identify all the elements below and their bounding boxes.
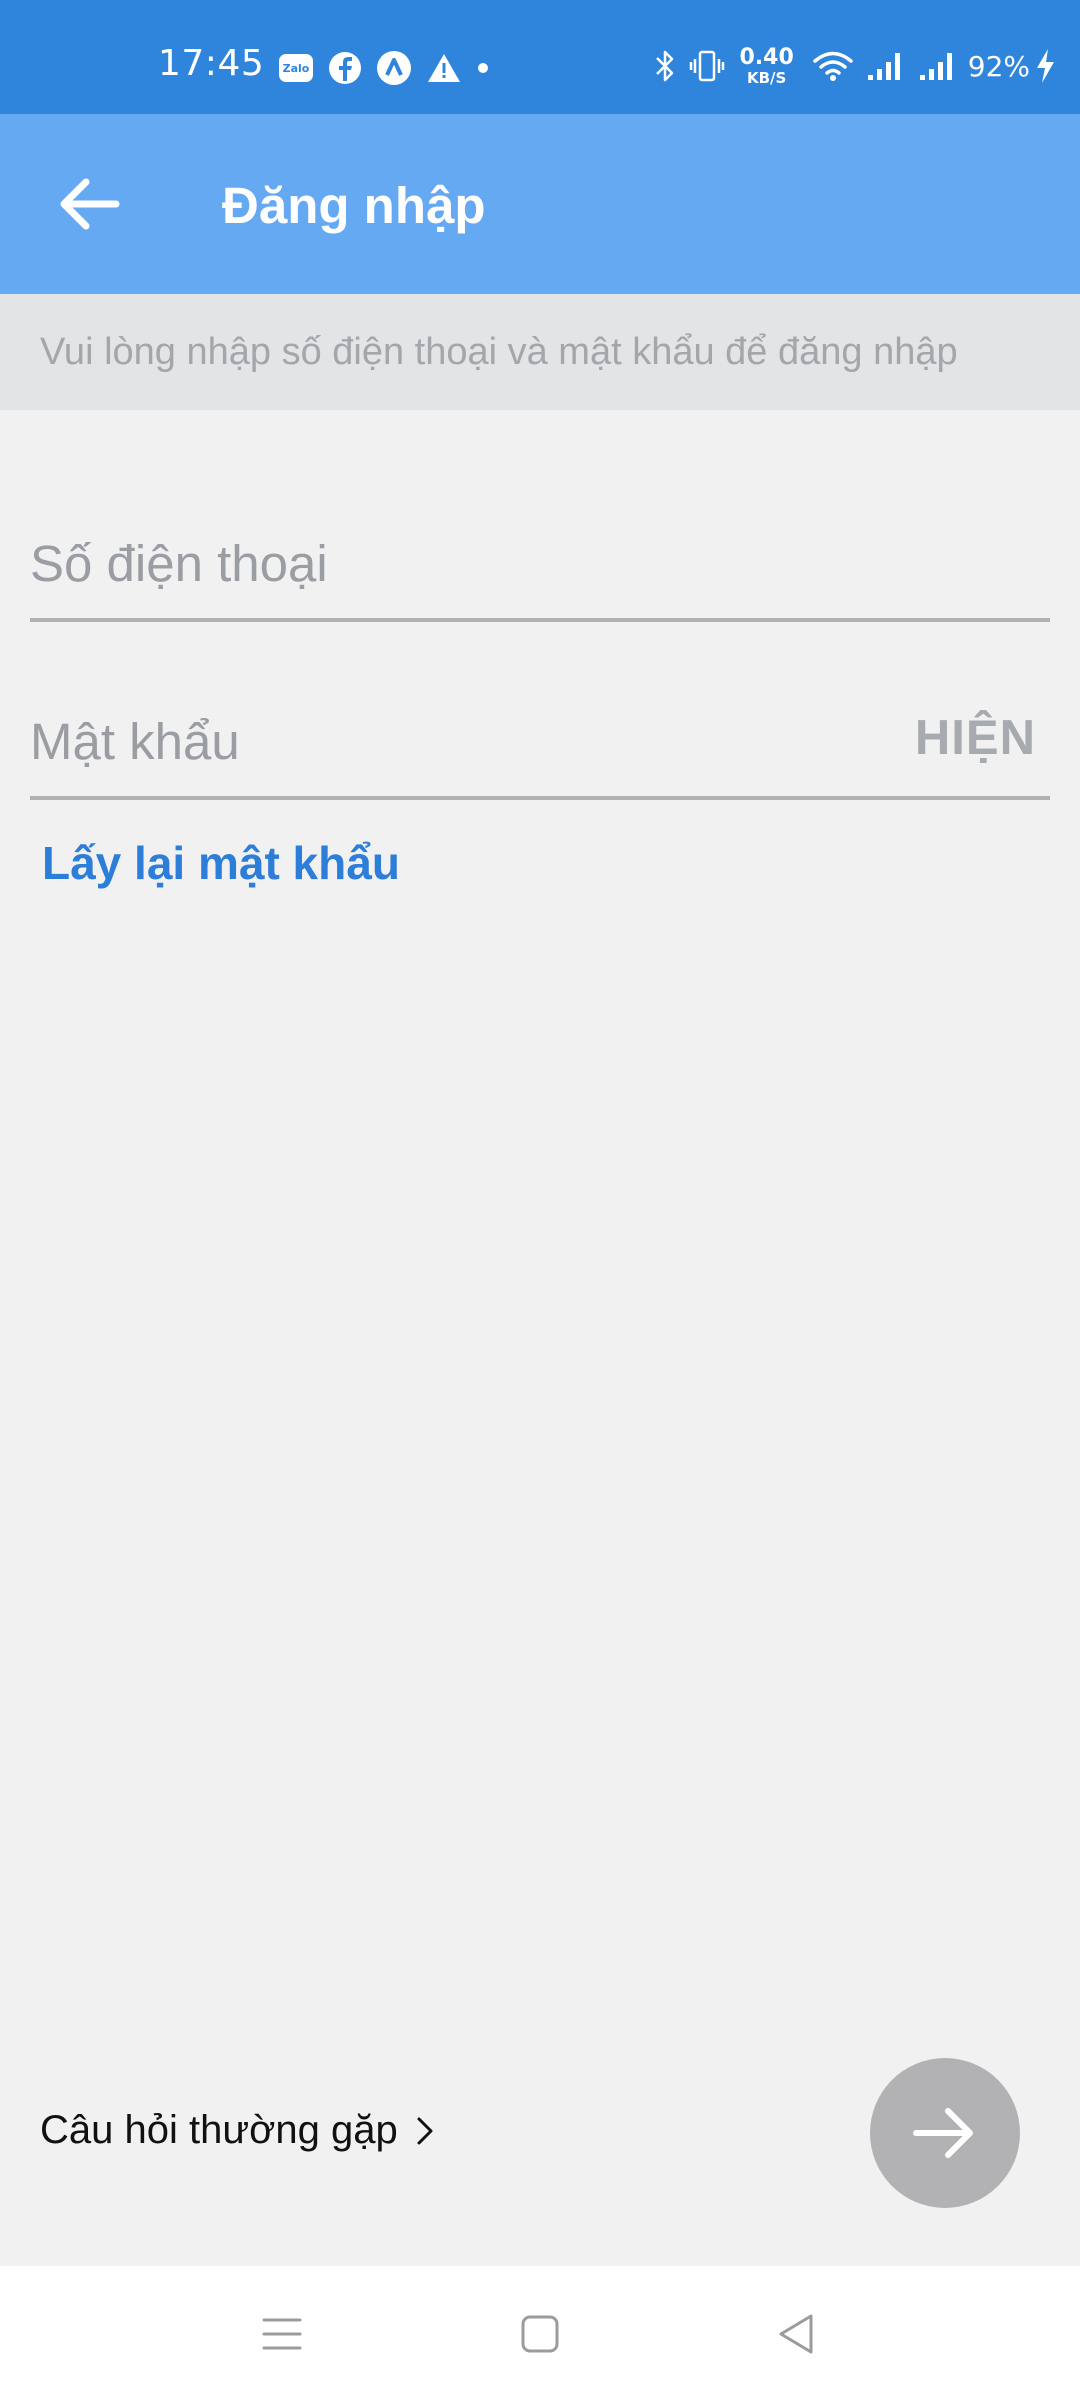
status-system-icons: 0.40 KB/S 92% — [641, 44, 1056, 88]
warning-icon — [428, 54, 460, 82]
faq-link[interactable]: Câu hỏi thường gặp — [40, 2108, 434, 2153]
app-bar: Đăng nhập — [0, 114, 1080, 294]
forgot-password-link[interactable]: Lấy lại mật khẩu — [42, 836, 400, 890]
home-button[interactable] — [508, 2302, 572, 2366]
page-title: Đăng nhập — [222, 177, 486, 234]
notification-icon — [377, 51, 411, 85]
system-back-button[interactable] — [764, 2302, 828, 2366]
instruction-banner: Vui lòng nhập số điện thoại và mật khẩu … — [0, 294, 1080, 410]
status-bar: 17:45 Zalo 0.40 KB/S 92% — [0, 0, 1080, 114]
next-button[interactable] — [870, 2058, 1020, 2208]
back-button[interactable] — [40, 160, 136, 248]
bluetooth-icon — [656, 50, 674, 82]
navigation-bar — [0, 2266, 1080, 2400]
battery-percent: 92% — [967, 49, 1030, 83]
facebook-icon — [329, 52, 361, 84]
charging-icon — [1037, 49, 1054, 83]
signal-icon — [867, 53, 900, 80]
signal-icon — [919, 53, 952, 80]
zalo-icon: Zalo — [279, 54, 313, 82]
show-password-toggle[interactable]: HIỆN — [915, 710, 1036, 766]
status-notification-icons: Zalo — [278, 48, 504, 88]
wifi-icon — [813, 51, 853, 81]
net-speed: 0.40 KB/S — [739, 44, 794, 87]
menu-icon — [262, 2318, 302, 2350]
faq-label: Câu hỏi thường gặp — [40, 2108, 398, 2152]
dot-icon — [478, 63, 488, 73]
back-triangle-icon — [779, 2314, 813, 2354]
home-icon — [521, 2315, 559, 2353]
phone-input[interactable] — [30, 508, 1050, 618]
vibrate-icon — [690, 50, 725, 82]
instruction-text: Vui lòng nhập số điện thoại và mật khẩu … — [40, 330, 958, 373]
recent-apps-button[interactable] — [250, 2302, 314, 2366]
net-speed-unit: KB/S — [746, 68, 787, 87]
net-speed-value: 0.40 — [739, 44, 794, 70]
password-field: HIỆN — [30, 686, 1050, 800]
password-input[interactable] — [30, 686, 1050, 796]
arrow-left-icon — [60, 178, 120, 230]
zalo-badge-text: Zalo — [283, 62, 310, 75]
chevron-right-icon — [417, 2117, 433, 2144]
status-time: 17:45 — [158, 43, 265, 84]
phone-field — [30, 508, 1050, 622]
arrow-right-icon — [913, 2108, 973, 2158]
